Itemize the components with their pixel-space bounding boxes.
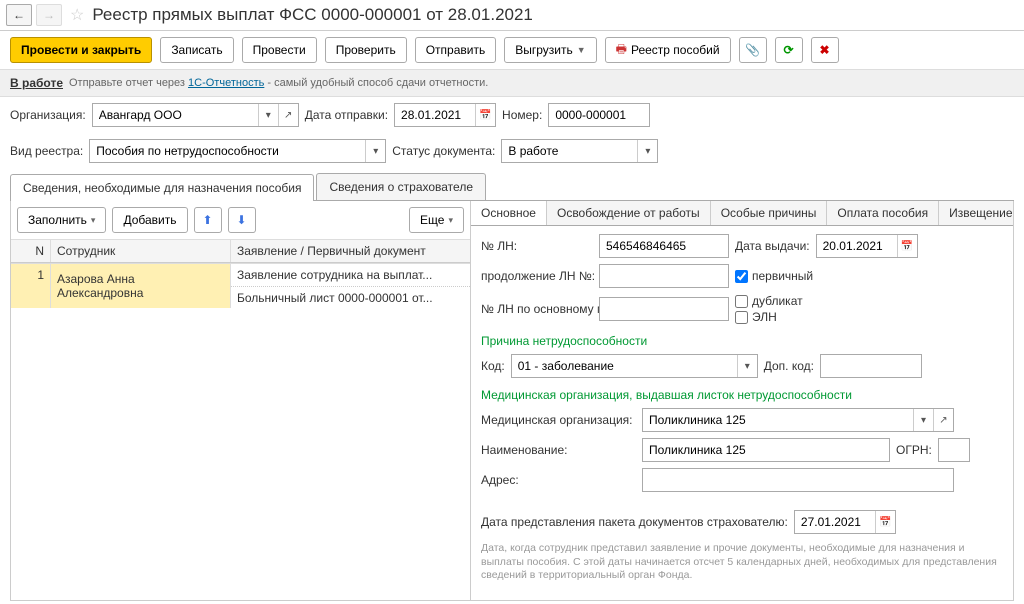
add-code-label: Доп. код:: [764, 359, 814, 373]
page-title: Реестр прямых выплат ФСС 0000-000001 от …: [92, 5, 533, 25]
submit-date-label: Дата представления пакета документов стр…: [481, 515, 788, 529]
org-input[interactable]: [93, 104, 258, 126]
ln-main-input[interactable]: [600, 298, 728, 320]
primary-checkbox[interactable]: [735, 270, 748, 283]
row-employee-cell[interactable]: Азарова Анна Александровна: [51, 264, 231, 308]
reporting-link[interactable]: 1С-Отчетность: [188, 77, 264, 89]
arrow-up-icon: ⬆: [202, 213, 212, 227]
dropdown-icon[interactable]: ▾: [258, 104, 278, 126]
med-org-input[interactable]: [643, 409, 913, 431]
save-button[interactable]: Записать: [160, 37, 233, 63]
ln-cont-label: продолжение ЛН №:: [481, 269, 593, 283]
fill-button[interactable]: Заполнить▾: [17, 207, 106, 233]
post-button[interactable]: Провести: [242, 37, 317, 63]
calendar-icon[interactable]: 📅: [475, 104, 495, 126]
doc-status-label: Статус документа:: [392, 144, 495, 158]
doc-status-group[interactable]: ▾: [501, 139, 658, 163]
doc-status-input[interactable]: [502, 140, 637, 162]
ogrn-label: ОГРН:: [896, 443, 932, 457]
med-name-input[interactable]: [643, 439, 889, 461]
issue-date-label: Дата выдачи:: [735, 239, 810, 253]
nav-forward-button[interactable]: →: [36, 4, 62, 26]
favorite-star-icon[interactable]: ☆: [70, 5, 84, 25]
ln-number-label: № ЛН:: [481, 239, 593, 253]
check-button[interactable]: Проверить: [325, 37, 407, 63]
number-group[interactable]: [548, 103, 650, 127]
ln-cont-input[interactable]: [600, 265, 728, 287]
cancel-button[interactable]: ✖: [811, 37, 839, 63]
sub-tab-release[interactable]: Освобождение от работы: [547, 201, 711, 225]
col-header-doc[interactable]: Заявление / Первичный документ: [231, 240, 470, 262]
refresh-icon: ⟳: [784, 43, 794, 57]
row-n-cell: 1: [11, 264, 51, 308]
export-button[interactable]: Выгрузить▼: [504, 37, 596, 63]
reg-type-input[interactable]: [90, 140, 365, 162]
duplicate-checkbox[interactable]: [735, 295, 748, 308]
reg-type-label: Вид реестра:: [10, 144, 83, 158]
tab-insurer-info[interactable]: Сведения о страхователе: [316, 173, 486, 200]
open-icon[interactable]: ↗: [933, 409, 953, 431]
number-input[interactable]: [549, 104, 649, 126]
sub-tab-notice[interactable]: Извещение из ФСС / От: [939, 201, 1013, 225]
refresh-button[interactable]: ⟳: [775, 37, 803, 63]
send-date-label: Дата отправки:: [305, 108, 388, 122]
send-date-group[interactable]: 📅: [394, 103, 496, 127]
doc-icon: 🖶: [616, 40, 627, 61]
reason-section-header[interactable]: Причина нетрудоспособности: [481, 334, 1003, 348]
med-org-section-header[interactable]: Медицинская организация, выдавшая листок…: [481, 388, 1003, 402]
add-button[interactable]: Добавить: [112, 207, 187, 233]
paperclip-icon: 📎: [745, 43, 760, 57]
eln-checkbox[interactable]: [735, 311, 748, 324]
ln-main-label: № ЛН по основному месту работы:: [481, 302, 593, 316]
addr-input[interactable]: [643, 469, 953, 491]
sub-tab-main[interactable]: Основное: [471, 201, 547, 225]
col-header-n[interactable]: N: [11, 240, 51, 262]
code-label: Код:: [481, 359, 505, 373]
open-icon[interactable]: ↗: [278, 104, 298, 126]
nav-back-button[interactable]: ←: [6, 4, 32, 26]
table-row[interactable]: 1 Азарова Анна Александровна Заявление с…: [11, 263, 470, 309]
number-label: Номер:: [502, 108, 542, 122]
sub-tab-special[interactable]: Особые причины: [711, 201, 828, 225]
duplicate-checkbox-label[interactable]: дубликат: [735, 294, 803, 308]
submit-date-footnote: Дата, когда сотрудник представил заявлен…: [481, 542, 1003, 583]
reg-type-group[interactable]: ▾: [89, 139, 386, 163]
med-org-label: Медицинская организация:: [481, 413, 636, 427]
arrow-down-icon: ⬇: [236, 213, 246, 227]
dropdown-icon[interactable]: ▾: [637, 140, 657, 162]
calendar-icon[interactable]: 📅: [897, 235, 917, 257]
primary-checkbox-label[interactable]: первичный: [735, 269, 813, 283]
move-up-button[interactable]: ⬆: [194, 207, 222, 233]
status-link[interactable]: В работе: [10, 76, 63, 90]
registry-button[interactable]: 🖶Реестр пособий: [605, 37, 731, 63]
code-input[interactable]: [512, 355, 737, 377]
med-name-label: Наименование:: [481, 443, 636, 457]
move-down-button[interactable]: ⬇: [228, 207, 256, 233]
info-text: Отправьте отчет через 1С-Отчетность - са…: [69, 77, 488, 89]
sub-tab-payment[interactable]: Оплата пособия: [827, 201, 939, 225]
addr-label: Адрес:: [481, 473, 636, 487]
ln-number-input[interactable]: [600, 235, 728, 257]
send-button[interactable]: Отправить: [415, 37, 497, 63]
calendar-icon[interactable]: 📅: [875, 511, 895, 533]
col-header-employee[interactable]: Сотрудник: [51, 240, 231, 262]
dropdown-icon[interactable]: ▾: [365, 140, 385, 162]
post-and-close-button[interactable]: Провести и закрыть: [10, 37, 152, 63]
ogrn-input[interactable]: [939, 439, 969, 461]
issue-date-input[interactable]: [817, 235, 897, 257]
attach-button[interactable]: 📎: [739, 37, 767, 63]
dropdown-icon[interactable]: ▾: [737, 355, 757, 377]
dropdown-icon[interactable]: ▾: [913, 409, 933, 431]
add-code-input[interactable]: [821, 355, 921, 377]
org-label: Организация:: [10, 108, 86, 122]
row-doc1-cell[interactable]: Заявление сотрудника на выплат...: [231, 264, 470, 287]
row-doc2-cell[interactable]: Больничный лист 0000-000001 от...: [231, 287, 470, 309]
tab-assignment-info[interactable]: Сведения, необходимые для назначения пос…: [10, 174, 314, 201]
submit-date-input[interactable]: [795, 511, 875, 533]
eln-checkbox-label[interactable]: ЭЛН: [735, 310, 803, 324]
org-input-group[interactable]: ▾ ↗: [92, 103, 299, 127]
send-date-input[interactable]: [395, 104, 475, 126]
cancel-icon: ✖: [820, 43, 830, 57]
more-button[interactable]: Еще▾: [409, 207, 464, 233]
